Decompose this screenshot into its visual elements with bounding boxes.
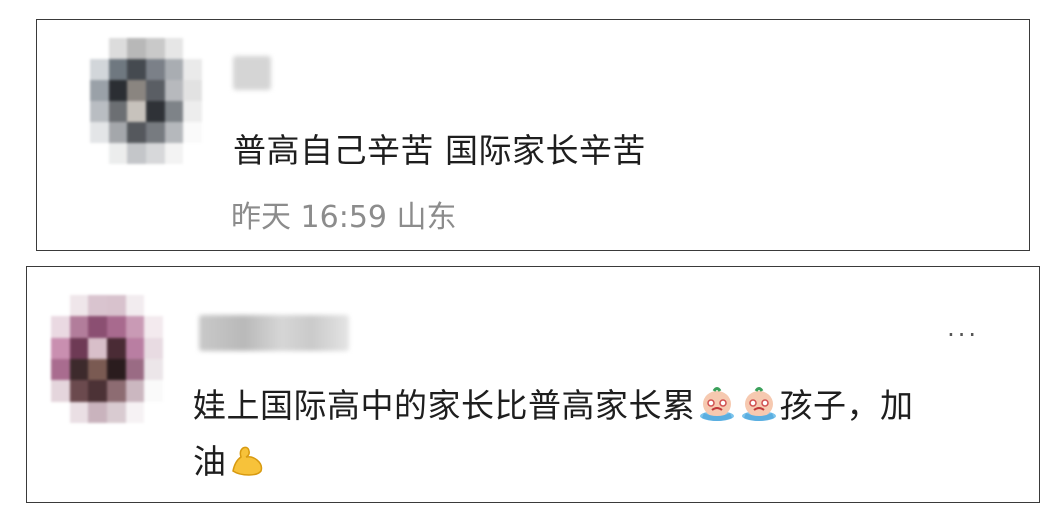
avatar[interactable] — [90, 38, 202, 164]
comment-time: 昨天 16:59 — [231, 200, 387, 235]
comment-text-line2: 油 — [193, 442, 227, 481]
flexed-biceps-icon — [229, 445, 265, 485]
crying-face-icon — [740, 387, 778, 429]
crying-face-icon — [698, 387, 736, 429]
comment-text: 娃上国际高中的家长比普高家长累 孩子，加 — [193, 379, 914, 429]
comment-text: 普高自己辛苦 国际家长辛苦 — [233, 131, 646, 170]
comment-text: 油 — [193, 435, 267, 485]
comment-text-line1-tail: 孩子，加 — [779, 386, 914, 425]
username[interactable] — [233, 56, 271, 90]
comment-card: 普高自己辛苦 国际家长辛苦 昨天 16:59 山东 — [36, 19, 1030, 251]
comment-location: 山东 — [396, 200, 457, 235]
comment-card: ··· 娃上国际高中的家长比普高家长累 孩子，加 油 — [26, 266, 1040, 503]
comment-meta: 昨天 16:59 山东 — [231, 192, 457, 236]
avatar[interactable] — [51, 295, 163, 423]
username[interactable] — [199, 315, 349, 351]
comment-text-line1: 娃上国际高中的家长比普高家长累 — [193, 386, 696, 425]
more-options-button[interactable]: ··· — [947, 321, 979, 349]
